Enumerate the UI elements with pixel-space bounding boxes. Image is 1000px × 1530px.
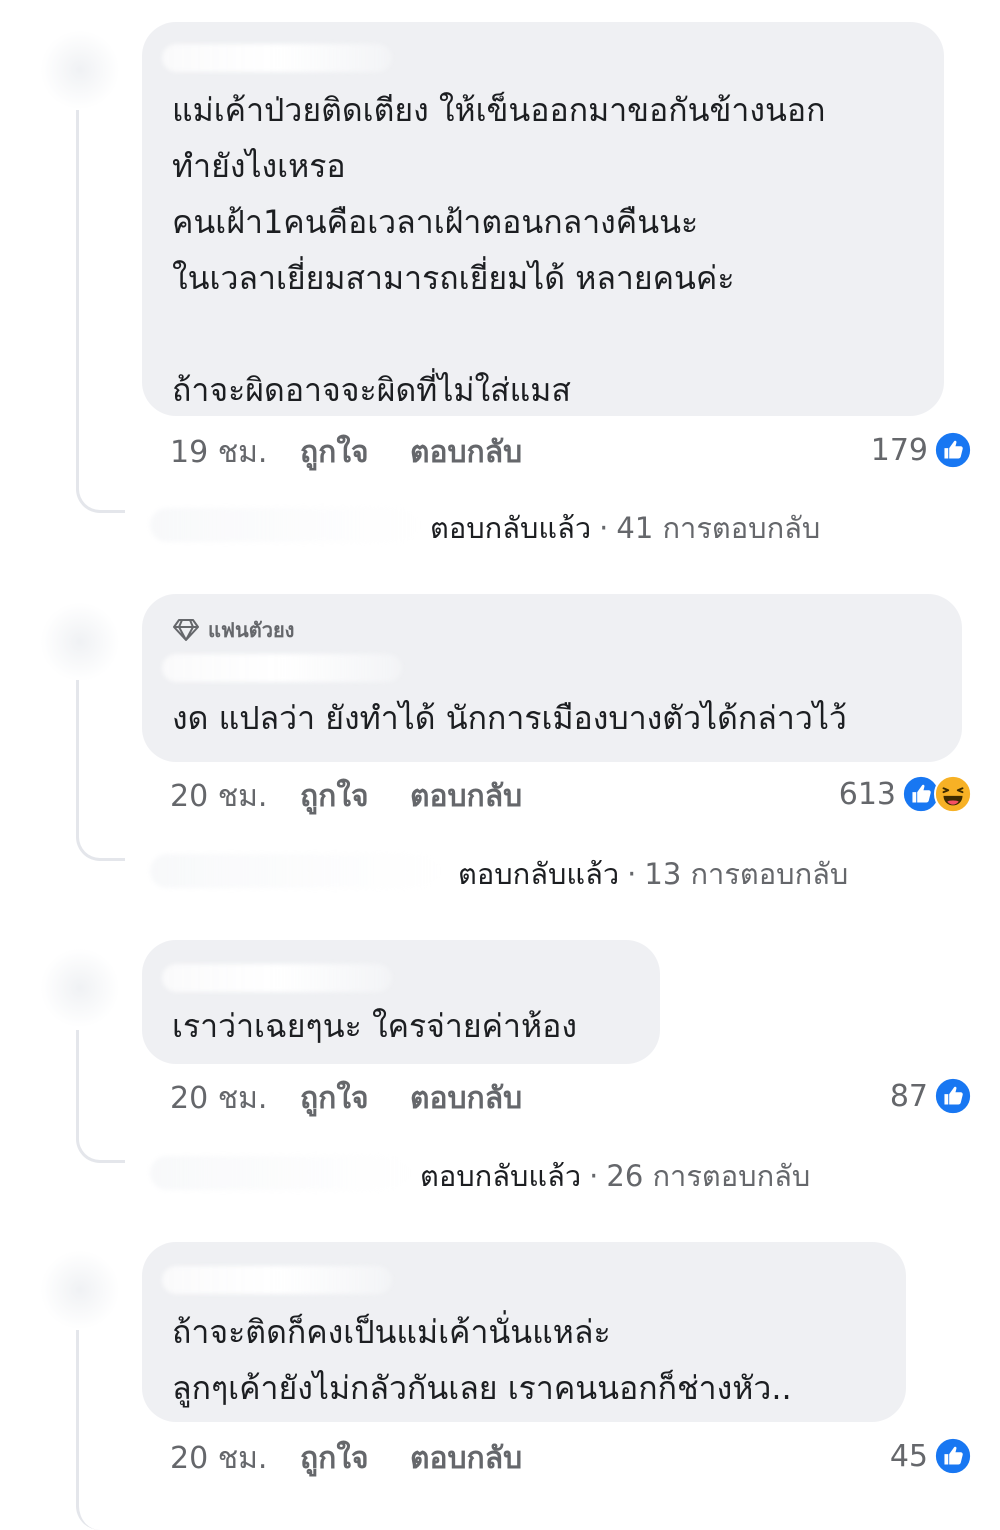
comment-bubble: เราว่าเฉยๆนะ ใครจ่ายค่าห้อง <box>142 940 660 1064</box>
comment-timestamp[interactable]: 19 ชม. <box>170 429 300 476</box>
view-replies-link[interactable]: ตอบกลับแล้ว · 26 การตอบกลับ <box>420 1156 810 1196</box>
reaction-count: 613 <box>838 776 896 812</box>
reply-button[interactable]: ตอบกลับ <box>410 1435 522 1482</box>
commenter-name[interactable] <box>162 1266 392 1294</box>
commenter-name[interactable] <box>162 964 392 992</box>
replier-avatars[interactable] <box>150 1156 410 1190</box>
reaction-summary[interactable]: 87 <box>890 1074 972 1118</box>
like-icon <box>934 1437 972 1475</box>
comment-bubble: แฟนตัวยง งด แปลว่า ยังทำได้ นักการเมืองบ… <box>142 594 962 762</box>
haha-icon <box>934 775 972 813</box>
top-fan-badge: แฟนตัวยง <box>172 614 294 646</box>
replier-avatars[interactable] <box>150 508 420 542</box>
like-button[interactable]: ถูกใจ <box>300 1075 410 1122</box>
like-button[interactable]: ถูกใจ <box>300 1435 410 1482</box>
comment-text: งด แปลว่า ยังทำได้ นักการเมืองบางตัวได้ก… <box>172 699 847 737</box>
commenter-name[interactable] <box>162 44 392 72</box>
comment-timestamp[interactable]: 20 ชม. <box>170 773 300 820</box>
reply-button[interactable]: ตอบกลับ <box>410 429 522 476</box>
reaction-summary[interactable]: 45 <box>890 1434 972 1478</box>
badge-label: แฟนตัวยง <box>208 618 295 642</box>
like-button[interactable]: ถูกใจ <box>300 773 410 820</box>
comment-bubble: ถ้าจะติดก็คงเป็นแม่เค้านั่นแหล่ะ ลูกๆเค้… <box>142 1242 906 1422</box>
reaction-count: 87 <box>889 1078 928 1114</box>
replier-avatars[interactable] <box>150 854 440 888</box>
diamond-icon <box>173 619 199 641</box>
reply-button[interactable]: ตอบกลับ <box>410 773 522 820</box>
like-icon <box>934 431 972 469</box>
thread-connector <box>76 680 125 861</box>
comment-text: แม่เค้าป่วยติดเตียง ให้เข็นออกมาขอกันข้า… <box>172 91 826 409</box>
comment-bubble: แม่เค้าป่วยติดเตียง ให้เข็นออกมาขอกันข้า… <box>142 22 944 416</box>
comment-actions: 19 ชม. ถูกใจ ตอบกลับ <box>170 432 522 472</box>
comment-text: เราว่าเฉยๆนะ ใครจ่ายค่าห้อง <box>172 1007 577 1045</box>
comment-actions: 20 ชม. ถูกใจ ตอบกลับ <box>170 1078 522 1118</box>
comment-text: ถ้าจะติดก็คงเป็นแม่เค้านั่นแหล่ะ ลูกๆเค้… <box>172 1313 792 1407</box>
like-button[interactable]: ถูกใจ <box>300 429 410 476</box>
view-replies-link[interactable]: ตอบกลับแล้ว · 13 การตอบกลับ <box>458 854 848 894</box>
comment-actions: 20 ชม. ถูกใจ ตอบกลับ <box>170 776 522 816</box>
reply-button[interactable]: ตอบกลับ <box>410 1075 522 1122</box>
comment-timestamp[interactable]: 20 ชม. <box>170 1435 300 1482</box>
commenter-avatar[interactable] <box>40 602 120 682</box>
commenter-name[interactable] <box>162 654 402 682</box>
reaction-count: 179 <box>870 432 928 468</box>
thread-connector <box>76 1330 125 1530</box>
commenter-avatar[interactable] <box>40 30 120 110</box>
reaction-summary[interactable]: 179 <box>871 428 972 472</box>
comment-timestamp[interactable]: 20 ชม. <box>170 1075 300 1122</box>
commenter-avatar[interactable] <box>40 948 120 1028</box>
reaction-count: 45 <box>889 1438 928 1474</box>
reaction-summary[interactable]: 613 <box>839 772 972 816</box>
like-icon <box>934 1077 972 1115</box>
comment-actions: 20 ชม. ถูกใจ ตอบกลับ <box>170 1438 522 1478</box>
thread-connector <box>76 110 125 513</box>
thread-connector <box>76 1030 125 1163</box>
commenter-avatar[interactable] <box>40 1250 120 1330</box>
view-replies-link[interactable]: ตอบกลับแล้ว · 41 การตอบกลับ <box>430 508 820 548</box>
